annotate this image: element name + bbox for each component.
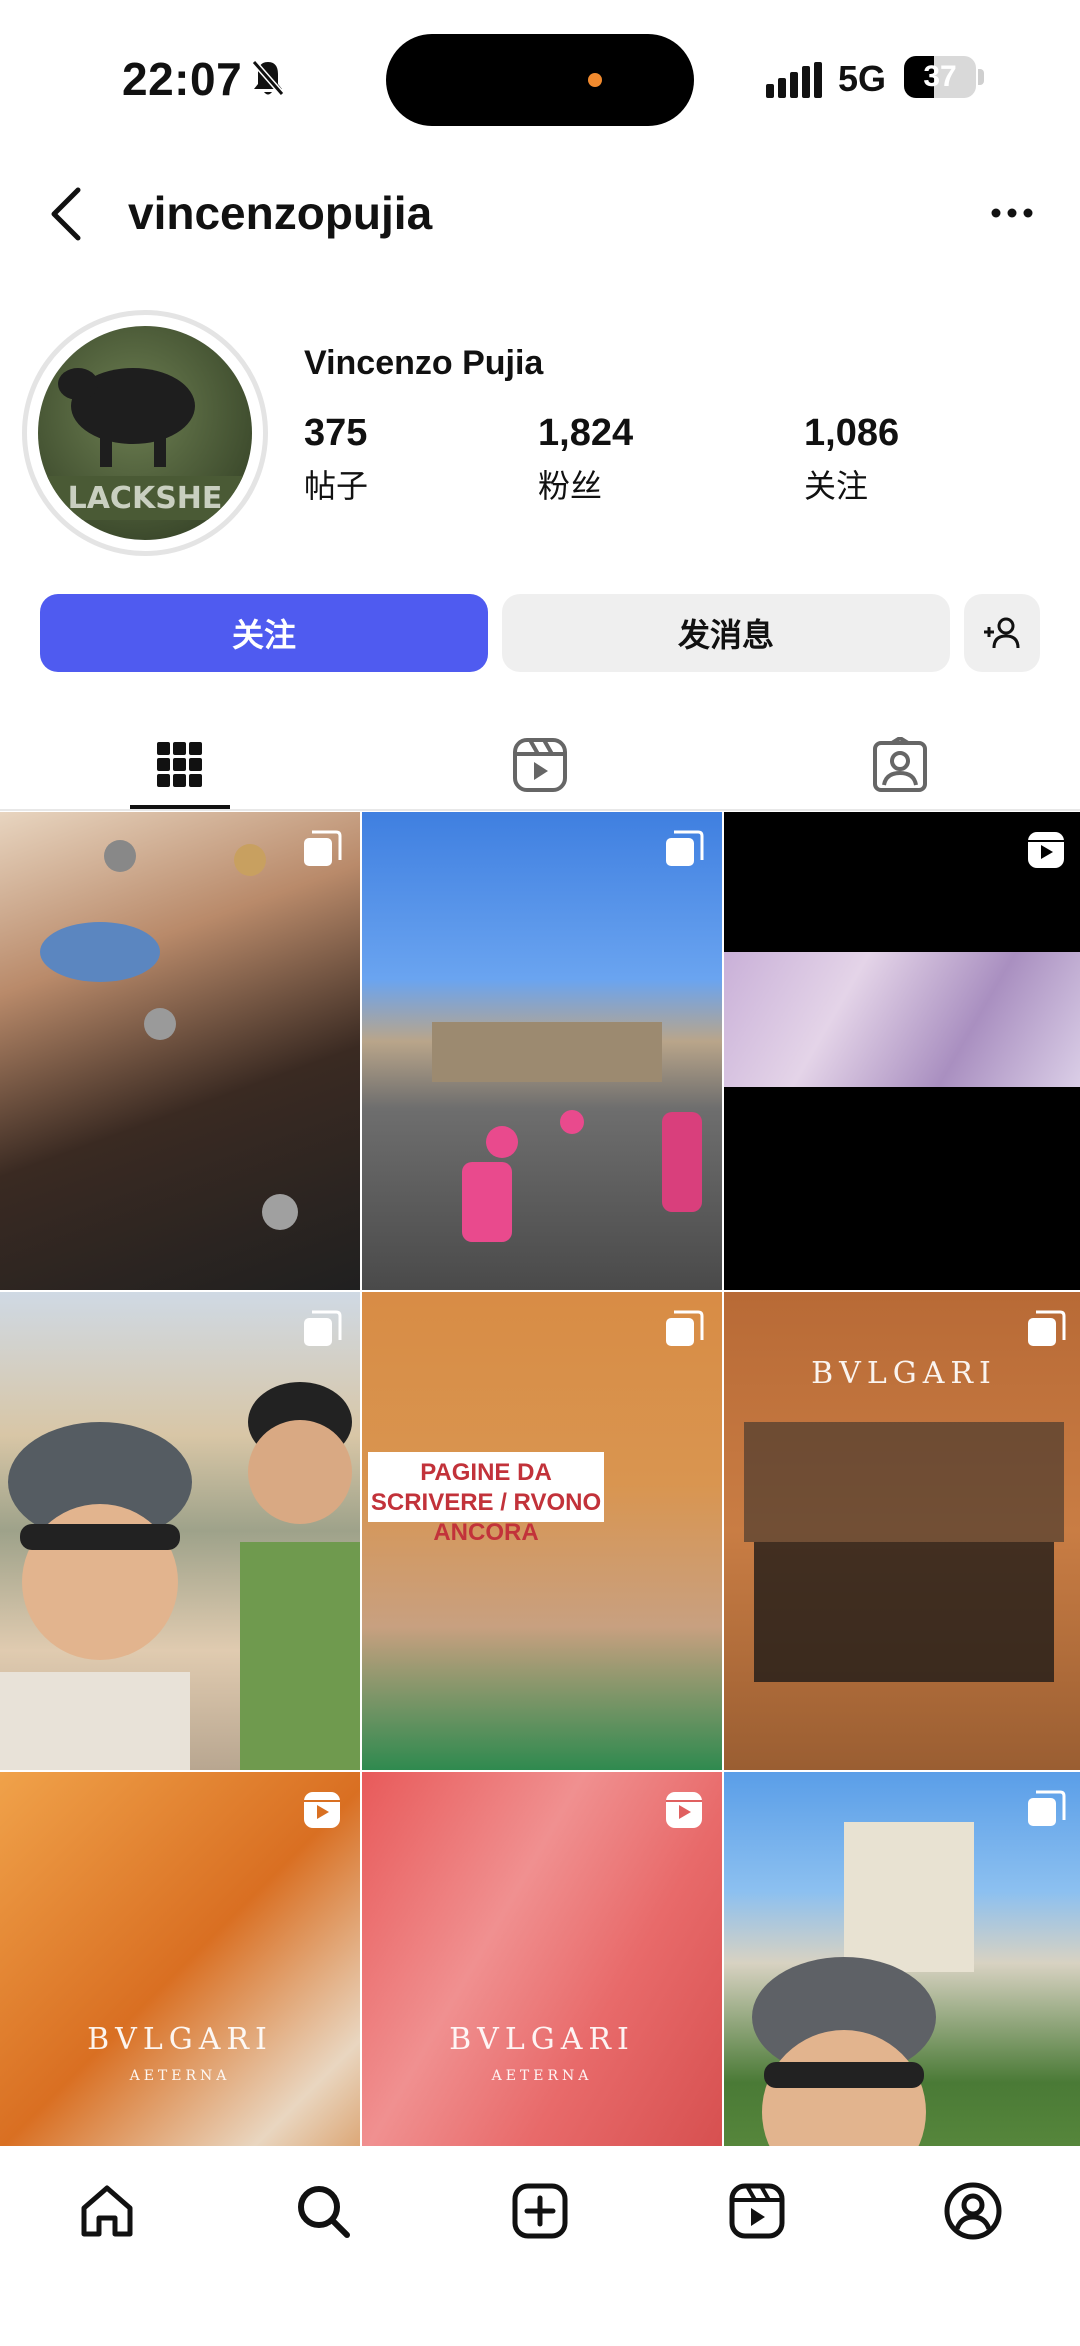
signal-icon — [766, 62, 822, 98]
post-thumbnail[interactable] — [0, 1292, 360, 1770]
stat-followers-label: 粉丝 — [538, 468, 603, 504]
follow-button[interactable]: 关注 — [40, 594, 488, 672]
reel-icon — [304, 1792, 340, 1828]
post-thumbnail[interactable] — [724, 812, 1080, 1290]
recording-indicator — [588, 73, 602, 87]
back-button[interactable] — [44, 184, 88, 244]
post-thumbnail[interactable] — [362, 812, 722, 1290]
nav-home[interactable] — [72, 2176, 142, 2246]
poster-text: PAGINE DA SCRIVERE / RVONO ANCORA — [370, 1459, 602, 1546]
brand-logo-text: BVLGARI — [87, 2022, 273, 2057]
tab-tagged[interactable] — [720, 720, 1080, 810]
post-thumbnail[interactable] — [0, 812, 360, 1290]
carousel-icon — [1028, 1310, 1066, 1346]
battery-icon: 37 — [904, 56, 976, 98]
search-icon — [298, 2186, 350, 2238]
more-options-button[interactable] — [990, 200, 1034, 226]
dynamic-island — [386, 34, 694, 126]
suggest-users-button[interactable] — [964, 594, 1040, 672]
stat-followers[interactable]: 1,824 粉丝 — [538, 412, 633, 507]
nav-reels[interactable] — [722, 2176, 792, 2246]
reel-icon — [1028, 832, 1064, 868]
brand-sub-text: AETERNA — [491, 2068, 593, 2084]
bottom-nav — [0, 2146, 1080, 2346]
black-sheep-logo: LACKSHE — [38, 368, 252, 520]
avatar-text: LACKSHE — [68, 481, 223, 516]
tab-posts[interactable] — [0, 720, 360, 810]
status-bar: 22:07 5G 37 — [0, 0, 1080, 150]
display-name: Vincenzo Pujia — [304, 344, 544, 382]
bell-muted-icon — [251, 60, 285, 96]
carousel-icon — [666, 1310, 704, 1346]
carousel-icon — [1028, 1790, 1066, 1826]
reels-icon — [513, 738, 567, 792]
stat-following-label: 关注 — [804, 468, 869, 504]
reel-icon — [666, 1792, 702, 1828]
reels-icon — [729, 2183, 785, 2239]
avatar[interactable]: LACKSHE — [38, 326, 252, 540]
status-time: 22:07 — [122, 53, 243, 105]
brand-logo-text: BVLGARI — [449, 2022, 635, 2057]
post-thumbnail[interactable]: BVLGARI — [724, 1292, 1080, 1770]
battery-level: 37 — [923, 60, 957, 93]
grid-icon — [157, 742, 202, 787]
profile-icon — [944, 2182, 1002, 2240]
carousel-icon — [666, 830, 704, 866]
carousel-icon — [304, 830, 342, 866]
network-type: 5G — [838, 58, 887, 99]
carousel-icon — [304, 1310, 342, 1346]
home-icon — [81, 2185, 133, 2237]
message-button[interactable]: 发消息 — [502, 594, 950, 672]
active-tab-indicator — [130, 805, 230, 809]
add-user-icon — [984, 617, 1020, 649]
nav-profile[interactable] — [938, 2176, 1008, 2246]
stat-following[interactable]: 1,086 关注 — [804, 412, 899, 507]
brand-sub-text: AETERNA — [129, 2068, 231, 2084]
stat-followers-count: 1,824 — [538, 412, 634, 454]
stat-following-count: 1,086 — [804, 412, 900, 454]
post-thumbnail[interactable]: PAGINE DA SCRIVERE / RVONO ANCORA — [362, 1292, 722, 1770]
profile-username: vincenzopujia — [128, 187, 433, 239]
create-icon — [512, 2183, 568, 2239]
nav-create[interactable] — [505, 2176, 575, 2246]
tab-reels[interactable] — [360, 720, 720, 810]
stat-posts-count: 375 — [304, 412, 368, 454]
stat-posts[interactable]: 375 帖子 — [304, 412, 368, 507]
stat-posts-label: 帖子 — [304, 468, 369, 504]
nav-search[interactable] — [288, 2176, 358, 2246]
tagged-icon — [873, 737, 927, 792]
